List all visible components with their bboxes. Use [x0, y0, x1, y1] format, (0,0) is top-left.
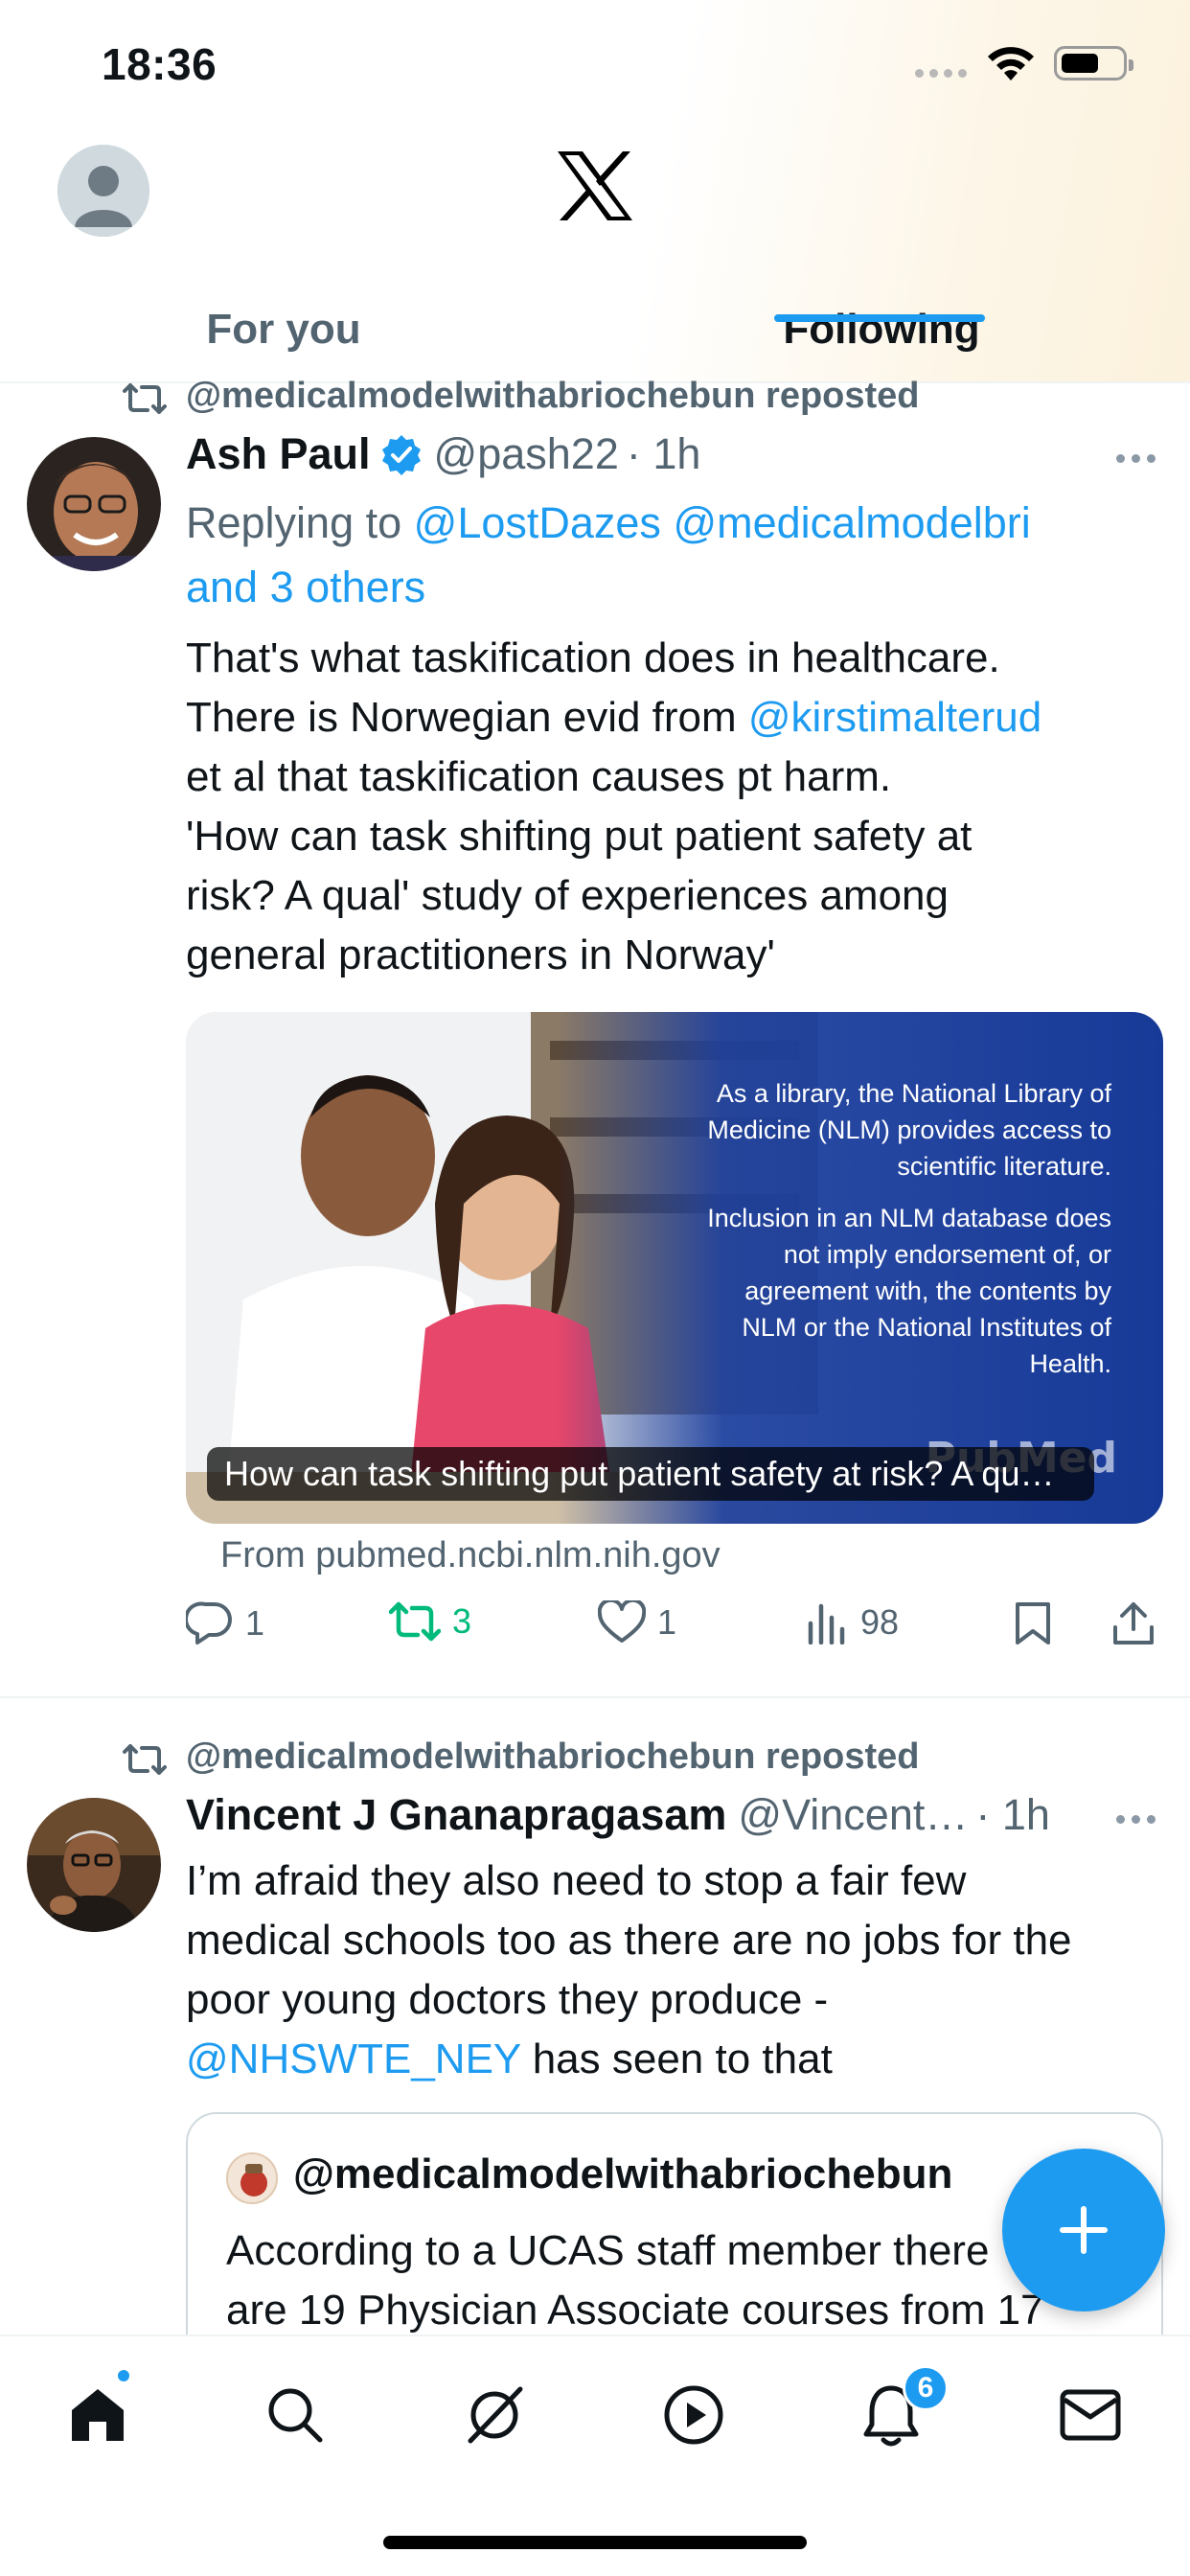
battery-icon: [1054, 46, 1133, 80]
reply-context: Replying to @LostDazes @medicalmodelbri …: [186, 491, 1154, 619]
post-text-line: et al that taskification causes pt harm.: [186, 753, 892, 800]
post-text-line: I’m afraid they also need to stop a fair…: [186, 1857, 967, 1904]
avatar[interactable]: [27, 437, 161, 571]
feed-tabs: For you Following: [0, 278, 1190, 383]
card-overlay-paragraph: Inclusion in an NLM database does not im…: [707, 1204, 1111, 1378]
tab-for-you[interactable]: For you: [0, 278, 567, 381]
post-text: That's what taskification does in health…: [186, 629, 1154, 985]
share-button[interactable]: [1111, 1600, 1156, 1646]
author-avatar-image: [27, 1798, 161, 1932]
card-source[interactable]: From pubmed.ncbi.nlm.nih.gov: [220, 1535, 721, 1576]
compose-post-button[interactable]: [1002, 2149, 1165, 2312]
author-handle[interactable]: @pash22: [434, 429, 619, 479]
home-icon: [72, 2389, 124, 2441]
profile-avatar-button[interactable]: [57, 145, 149, 237]
post-time: · 1h: [626, 429, 701, 478]
repost-context: @medicalmodelwithabriochebun reposted: [123, 1736, 920, 1778]
card-overlay-text: As a library, the National Library of Me…: [690, 1075, 1111, 1382]
post-text-segment: There is Norwegian evid from: [186, 694, 748, 741]
bookmark-icon: [1016, 1602, 1050, 1644]
author-row: Ash Paul @pash22 · 1h: [186, 429, 700, 479]
reply-count: 1: [245, 1603, 265, 1643]
author-name[interactable]: Ash Paul: [186, 429, 371, 479]
quote-author-avatar: [226, 2152, 278, 2204]
nav-messages[interactable]: [1052, 2377, 1129, 2453]
plus-icon: [1060, 2206, 1108, 2254]
repost-label[interactable]: @medicalmodelwithabriochebun reposted: [186, 376, 920, 417]
x-logo-icon: [558, 151, 632, 220]
share-icon: [1113, 1602, 1154, 1644]
post-text-segment: has seen to that: [520, 2036, 833, 2082]
post-text-line: That's what taskification does in health…: [186, 634, 1000, 681]
heart-icon: [598, 1600, 646, 1643]
post-text-line: poor young doctors they produce -: [186, 1976, 829, 2023]
reply-button[interactable]: 1: [186, 1600, 264, 1646]
repost-icon: [389, 1601, 441, 1642]
tab-following[interactable]: Following: [623, 278, 1140, 381]
post-time: · 1h: [975, 1790, 1050, 1839]
author-avatar-image: [27, 437, 161, 571]
grok-icon: [468, 2386, 523, 2444]
mention-link[interactable]: @kirstimalterud: [748, 694, 1041, 741]
quote-text-line: are 19 Physician Associate courses from …: [226, 2287, 1044, 2334]
author-handle[interactable]: @Vincent…: [738, 1790, 968, 1840]
card-title: How can task shifting put patient safety…: [207, 1447, 1094, 1501]
views-chart-icon: [808, 1603, 845, 1644]
author-name[interactable]: Vincent J Gnanapragasam: [186, 1790, 726, 1840]
post-text: I’m afraid they also need to stop a fair…: [186, 1852, 1154, 2089]
post-text-line: medical schools too as there are no jobs…: [186, 1917, 1072, 1964]
nav-search[interactable]: [257, 2377, 333, 2453]
messages-icon: [1060, 2389, 1121, 2441]
views-count: 98: [860, 1602, 900, 1642]
reply-icon: [186, 1601, 232, 1644]
repost-button[interactable]: 3: [389, 1600, 471, 1643]
post-text-line: general practitioners in Norway': [186, 932, 775, 978]
repost-context: @medicalmodelwithabriochebun reposted: [123, 376, 920, 417]
bookmark-button[interactable]: [1014, 1600, 1052, 1646]
repost-icon: [123, 1744, 167, 1775]
search-icon: [268, 2388, 323, 2443]
active-tab-indicator: [774, 314, 985, 322]
nav-video[interactable]: [655, 2377, 732, 2453]
reply-others-link[interactable]: and 3 others: [186, 563, 425, 611]
repost-icon: [123, 383, 167, 414]
post-actions: 1 3 1 98: [186, 1600, 1163, 1660]
video-icon: [664, 2385, 723, 2445]
home-unread-dot: [115, 2367, 132, 2384]
link-preview-card[interactable]: As a library, the National Library of Me…: [186, 1012, 1163, 1524]
mention-link[interactable]: @NHSWTE_NEY: [186, 2036, 520, 2082]
more-options-icon[interactable]: [1116, 1815, 1156, 1824]
post-text-line: @NHSWTE_NEY has seen to that: [186, 2030, 1154, 2089]
more-options-icon[interactable]: [1116, 454, 1156, 463]
post-text-line: risk? A qual' study of experiences among: [186, 872, 949, 919]
like-button[interactable]: 1: [598, 1600, 676, 1644]
verified-badge-icon: [381, 435, 421, 475]
card-overlay-paragraph: As a library, the National Library of Me…: [707, 1079, 1111, 1181]
notifications-badge: 6: [903, 2365, 949, 2411]
nav-home[interactable]: [59, 2377, 136, 2453]
nav-grok[interactable]: [456, 2377, 533, 2453]
repost-count: 3: [452, 1601, 472, 1641]
app-header: For you Following: [0, 134, 1190, 383]
like-count: 1: [657, 1602, 677, 1642]
status-bar: 18:36: [0, 0, 1190, 134]
quote-avatar-image: [228, 2154, 276, 2202]
default-avatar-icon: [57, 145, 149, 237]
cellular-signal-icon: [915, 69, 967, 78]
wifi-icon: [988, 47, 1034, 80]
author-row: Vincent J Gnanapragasam @Vincent… · 1h: [186, 1790, 1050, 1840]
avatar[interactable]: [27, 1798, 161, 1932]
post-text-line: There is Norwegian evid from @kirstimalt…: [186, 688, 1154, 748]
reply-mention-2[interactable]: @medicalmodelbri: [673, 498, 1030, 547]
quote-author-name[interactable]: @medicalmodelwithabriochebun: [293, 2150, 952, 2198]
post-text-line: 'How can task shifting put patient safet…: [186, 813, 973, 860]
status-time: 18:36: [102, 39, 217, 89]
home-indicator: [383, 2536, 807, 2549]
repost-label[interactable]: @medicalmodelwithabriochebun reposted: [186, 1736, 920, 1778]
views-button[interactable]: 98: [807, 1600, 899, 1644]
reply-mention-1[interactable]: @LostDazes: [414, 498, 661, 547]
post-divider: [0, 1696, 1190, 1698]
replying-to-label: Replying to: [186, 498, 414, 547]
